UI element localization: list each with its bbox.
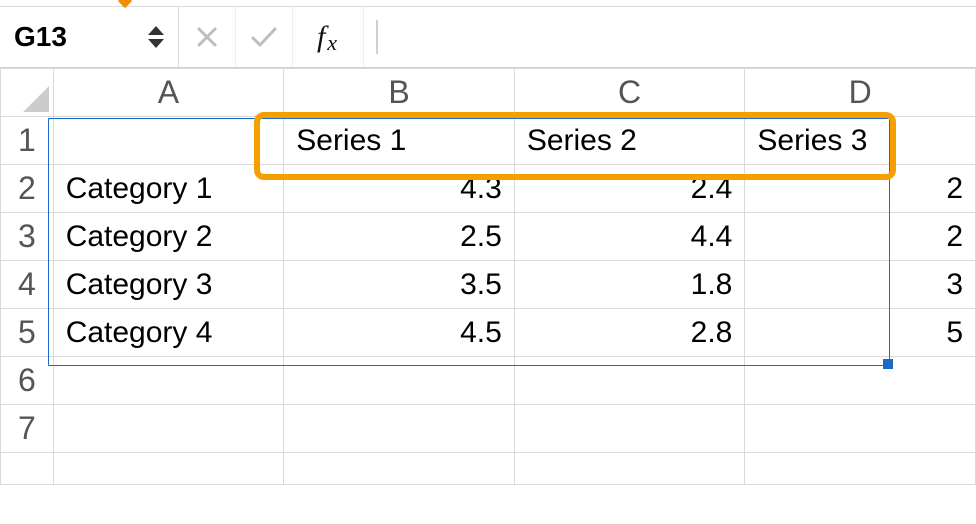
- insert-function-button[interactable]: fx: [293, 7, 364, 67]
- name-box-dropdown[interactable]: [148, 26, 164, 48]
- formula-input[interactable]: [364, 7, 976, 67]
- name-box-value: G13: [14, 21, 67, 53]
- column-header-a[interactable]: A: [53, 69, 284, 117]
- close-icon: [195, 25, 219, 49]
- cell-b1[interactable]: Series 1: [284, 117, 515, 165]
- cell-d4[interactable]: 3: [745, 261, 976, 309]
- cancel-formula-button[interactable]: [179, 7, 236, 67]
- cell-a6[interactable]: [53, 357, 284, 405]
- row-header-8[interactable]: [1, 453, 54, 485]
- caret-icon: [376, 20, 378, 54]
- cell-b5[interactable]: 4.5: [284, 309, 515, 357]
- cell-a1[interactable]: [53, 117, 284, 165]
- cell-b4[interactable]: 3.5: [284, 261, 515, 309]
- cell-c1[interactable]: Series 2: [514, 117, 745, 165]
- row-header-5[interactable]: 5: [1, 309, 54, 357]
- cell-b8[interactable]: [284, 453, 515, 485]
- cell-d1[interactable]: Series 3: [745, 117, 976, 165]
- cell-a3[interactable]: Category 2: [53, 213, 284, 261]
- cell-d2[interactable]: 2: [745, 165, 976, 213]
- cell-a7[interactable]: [53, 405, 284, 453]
- column-header-b[interactable]: B: [284, 69, 515, 117]
- cell-d8[interactable]: [745, 453, 976, 485]
- formula-bar-row: G13 fx: [0, 6, 976, 68]
- cell-b6[interactable]: [284, 357, 515, 405]
- accept-formula-button[interactable]: [236, 7, 293, 67]
- cell-d6[interactable]: [745, 357, 976, 405]
- name-box[interactable]: G13: [0, 7, 179, 67]
- spreadsheet-grid[interactable]: A B C D 1 Series 1 Series 2 Series 3 2 C…: [0, 68, 976, 485]
- cell-a5[interactable]: Category 4: [53, 309, 284, 357]
- select-all-corner[interactable]: [1, 69, 54, 117]
- cell-b7[interactable]: [284, 405, 515, 453]
- chevron-down-icon: [148, 39, 164, 48]
- cell-c7[interactable]: [514, 405, 745, 453]
- chevron-up-icon: [148, 26, 164, 35]
- row-header-2[interactable]: 2: [1, 165, 54, 213]
- row-header-7[interactable]: 7: [1, 405, 54, 453]
- row-header-1[interactable]: 1: [1, 117, 54, 165]
- cell-d3[interactable]: 2: [745, 213, 976, 261]
- cell-b3[interactable]: 2.5: [284, 213, 515, 261]
- row-header-3[interactable]: 3: [1, 213, 54, 261]
- column-header-c[interactable]: C: [514, 69, 745, 117]
- row-header-4[interactable]: 4: [1, 261, 54, 309]
- row-header-6[interactable]: 6: [1, 357, 54, 405]
- column-header-d[interactable]: D: [745, 69, 976, 117]
- cell-d5[interactable]: 5: [745, 309, 976, 357]
- ribbon-tab-strip: [0, 0, 976, 6]
- cell-c3[interactable]: 4.4: [514, 213, 745, 261]
- cell-c6[interactable]: [514, 357, 745, 405]
- cell-c5[interactable]: 2.8: [514, 309, 745, 357]
- select-all-icon: [23, 86, 49, 112]
- fx-icon: fx: [317, 20, 339, 54]
- cell-c2[interactable]: 2.4: [514, 165, 745, 213]
- cell-b2[interactable]: 4.3: [284, 165, 515, 213]
- cell-c4[interactable]: 1.8: [514, 261, 745, 309]
- cell-d7[interactable]: [745, 405, 976, 453]
- cell-a2[interactable]: Category 1: [53, 165, 284, 213]
- cell-a4[interactable]: Category 3: [53, 261, 284, 309]
- cell-a8[interactable]: [53, 453, 284, 485]
- check-icon: [250, 25, 278, 49]
- cell-c8[interactable]: [514, 453, 745, 485]
